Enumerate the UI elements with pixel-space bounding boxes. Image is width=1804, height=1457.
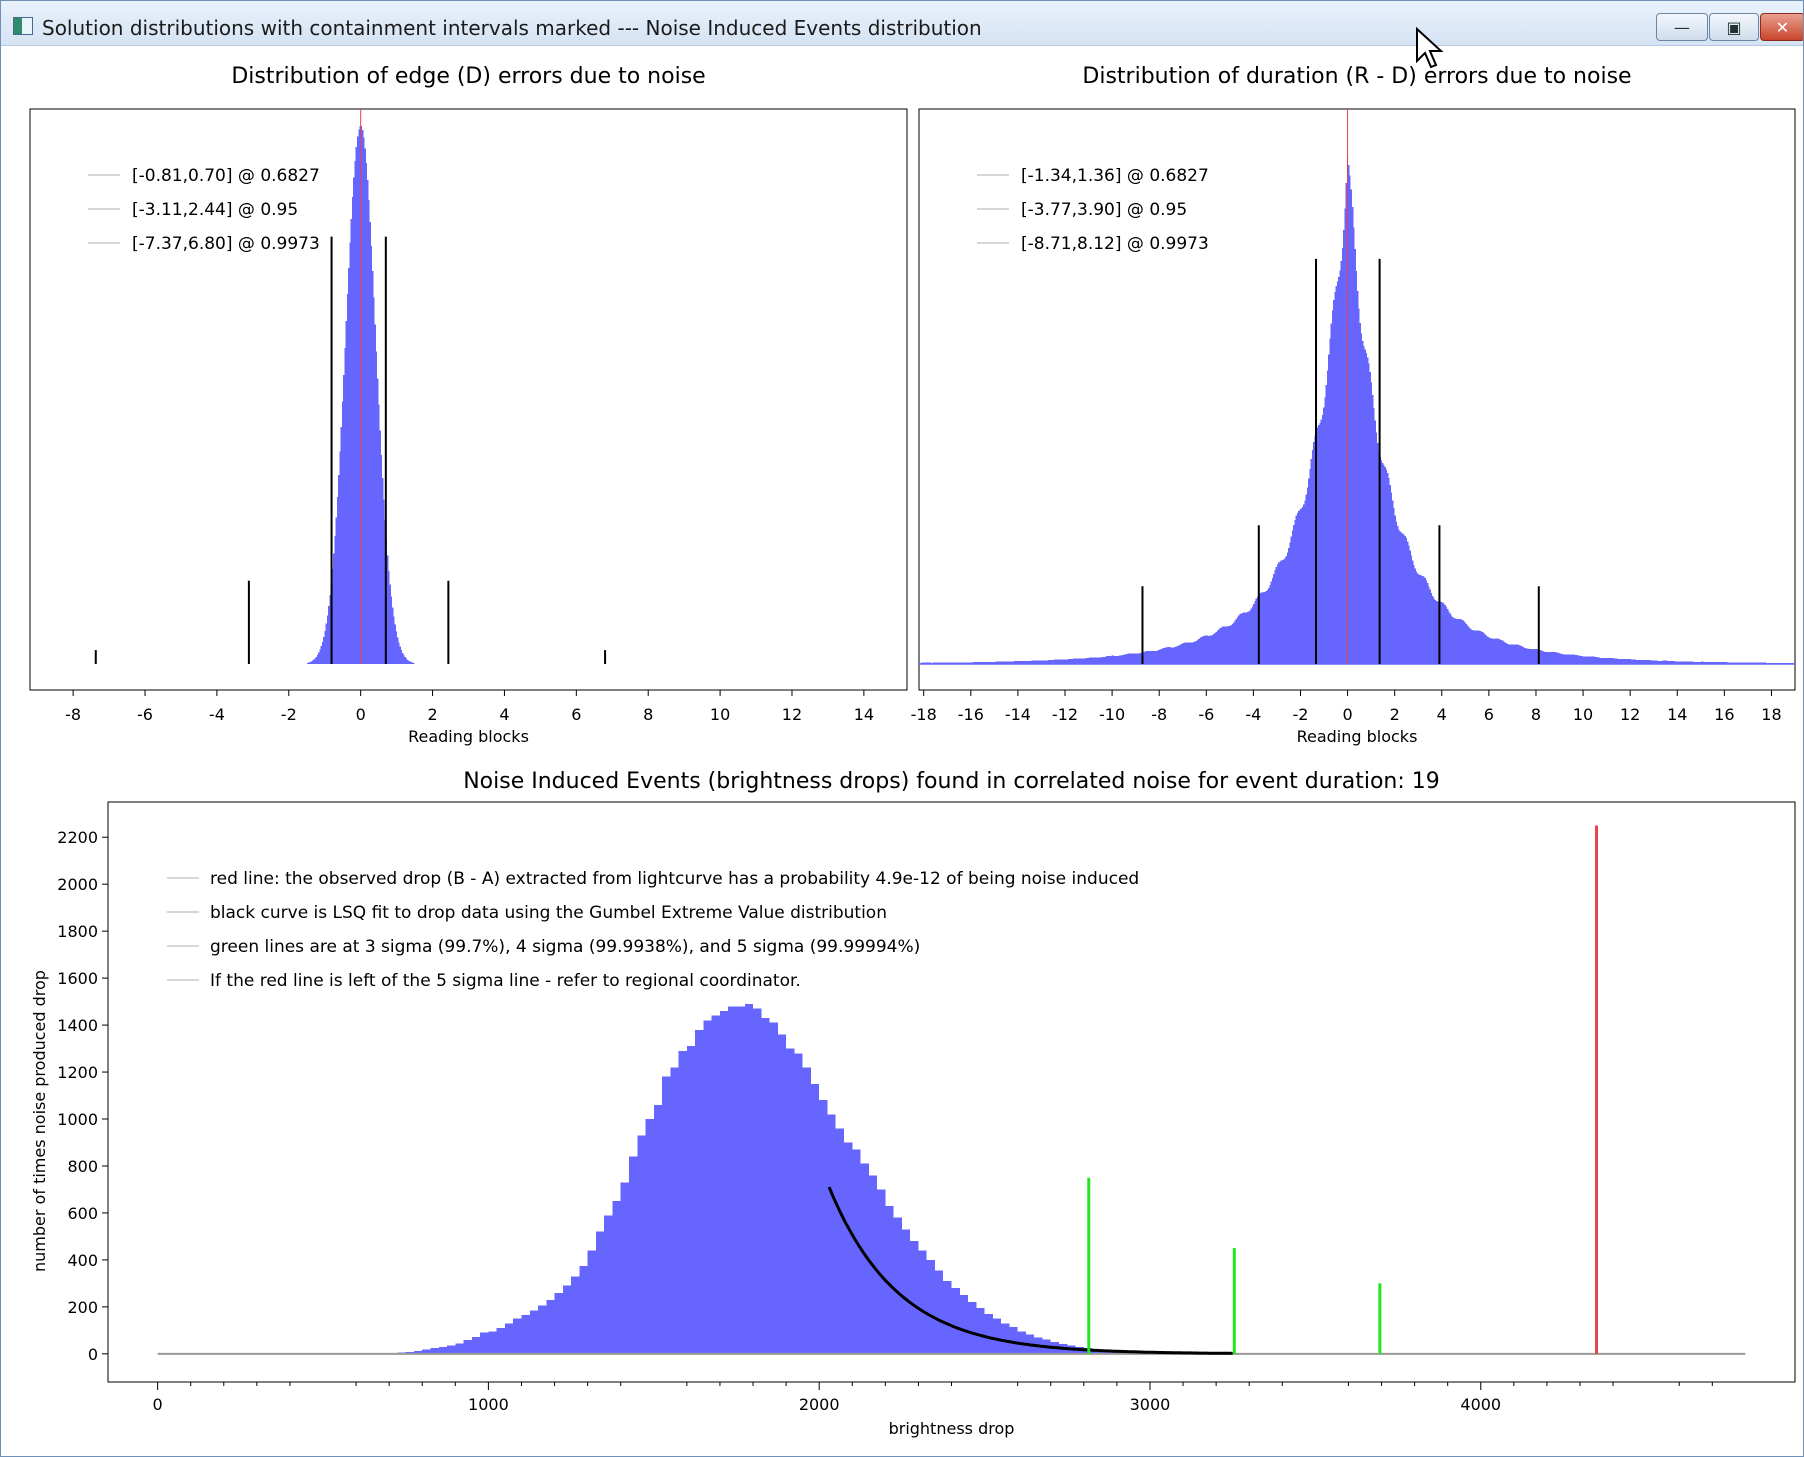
histogram-bar bbox=[976, 1308, 985, 1354]
x-tick-label: 1000 bbox=[468, 1395, 509, 1414]
y-tick-label: 1400 bbox=[57, 1016, 98, 1035]
histogram-bar bbox=[695, 1029, 704, 1354]
histogram-bar bbox=[438, 1346, 448, 1354]
histogram-bar bbox=[628, 1156, 638, 1354]
histogram-bar bbox=[546, 1299, 555, 1354]
histogram-bar bbox=[943, 1281, 952, 1354]
histogram-bar bbox=[786, 1048, 795, 1354]
histogram-bar bbox=[968, 1302, 977, 1354]
histogram-bar bbox=[662, 1076, 671, 1354]
main-window: Solution distributions with containment … bbox=[0, 0, 1804, 1457]
histogram-bar bbox=[926, 1259, 935, 1354]
histogram-bar bbox=[595, 1231, 605, 1354]
histogram-bar bbox=[645, 1119, 654, 1354]
histogram-bar bbox=[637, 1135, 646, 1354]
histogram-bar bbox=[612, 1201, 621, 1354]
x-tick-label: 4000 bbox=[1460, 1395, 1501, 1414]
histogram-bar bbox=[910, 1241, 919, 1354]
x-tick-label: 0 bbox=[153, 1395, 163, 1414]
histogram-bar bbox=[852, 1149, 861, 1354]
histogram-bar bbox=[686, 1046, 696, 1354]
histogram-bar bbox=[471, 1336, 481, 1354]
y-tick-label: 0 bbox=[88, 1345, 98, 1364]
histogram-bar bbox=[562, 1285, 572, 1354]
histogram-bar bbox=[711, 1015, 720, 1354]
histogram-bar bbox=[538, 1305, 547, 1354]
histogram-bar bbox=[455, 1343, 464, 1354]
histogram-bar bbox=[529, 1310, 539, 1354]
histogram-bar bbox=[488, 1331, 497, 1354]
histogram-bar bbox=[810, 1083, 820, 1354]
legend-entry: red line: the observed drop (B - A) extr… bbox=[210, 869, 1139, 889]
histogram-bar bbox=[992, 1318, 1002, 1354]
y-tick-label: 1000 bbox=[57, 1110, 98, 1129]
y-tick-label: 1200 bbox=[57, 1063, 98, 1082]
histogram-bar bbox=[951, 1288, 960, 1354]
histogram-bar bbox=[447, 1345, 456, 1354]
y-tick-label: 2000 bbox=[57, 875, 98, 894]
histogram-bar bbox=[769, 1022, 778, 1354]
chart-title: Noise Induced Events (brightness drops) … bbox=[463, 769, 1440, 794]
y-tick-label: 400 bbox=[67, 1251, 98, 1270]
histogram-bar bbox=[934, 1270, 944, 1354]
histogram-bar bbox=[843, 1142, 853, 1354]
histogram-bar bbox=[678, 1050, 687, 1354]
histogram-bar bbox=[777, 1034, 787, 1354]
histogram-bar bbox=[670, 1067, 679, 1354]
histogram-bar bbox=[728, 1006, 737, 1354]
histogram-bar bbox=[893, 1217, 902, 1354]
histogram-bar bbox=[703, 1020, 712, 1354]
y-tick-label: 2200 bbox=[57, 828, 98, 847]
histogram-bar bbox=[901, 1229, 911, 1354]
y-tick-label: 800 bbox=[67, 1157, 98, 1176]
histogram-bar bbox=[513, 1318, 522, 1354]
histogram-bar bbox=[918, 1250, 927, 1354]
histogram-bar bbox=[827, 1114, 836, 1354]
histogram-bar bbox=[521, 1315, 530, 1354]
histogram-bar bbox=[604, 1215, 613, 1354]
histogram-bar bbox=[959, 1295, 969, 1354]
histogram-bar bbox=[480, 1332, 489, 1354]
histogram-bar bbox=[802, 1067, 811, 1354]
histogram-bar bbox=[1001, 1323, 1010, 1354]
legend-entry: green lines are at 3 sigma (99.7%), 4 si… bbox=[210, 937, 920, 957]
histogram-bar bbox=[554, 1292, 563, 1354]
y-axis-label: number of times noise produced drop bbox=[30, 970, 49, 1272]
histogram-bar bbox=[620, 1182, 629, 1354]
histogram-bar bbox=[719, 1010, 729, 1354]
histogram-bar bbox=[579, 1265, 588, 1354]
histogram-bar bbox=[571, 1276, 580, 1354]
x-axis-label: brightness drop bbox=[889, 1419, 1015, 1438]
histogram-bar bbox=[835, 1128, 844, 1354]
y-tick-label: 600 bbox=[67, 1204, 98, 1223]
histogram-bar bbox=[984, 1313, 993, 1354]
histogram-bar bbox=[1009, 1326, 1018, 1354]
histogram-bar bbox=[736, 1006, 745, 1354]
histogram-bar bbox=[744, 1003, 754, 1354]
legend-entry: black curve is LSQ fit to drop data usin… bbox=[210, 903, 887, 923]
histogram-bar bbox=[819, 1100, 828, 1354]
histogram-bar bbox=[761, 1018, 770, 1354]
y-tick-label: 200 bbox=[67, 1298, 98, 1317]
histogram-bar bbox=[496, 1327, 505, 1354]
legend-entry: If the red line is left of the 5 sigma l… bbox=[210, 971, 801, 991]
histogram-bar bbox=[587, 1250, 596, 1354]
x-tick-label: 3000 bbox=[1130, 1395, 1171, 1414]
noise-events-chart: Noise Induced Events (brightness drops) … bbox=[30, 769, 1796, 1438]
histogram-bar bbox=[753, 1008, 762, 1354]
histogram-bar bbox=[463, 1340, 472, 1354]
x-tick-label: 2000 bbox=[799, 1395, 840, 1414]
y-tick-label: 1800 bbox=[57, 922, 98, 941]
histogram-bar bbox=[504, 1323, 514, 1354]
histogram-bar bbox=[794, 1053, 803, 1354]
histogram-bar bbox=[653, 1104, 663, 1354]
y-tick-label: 1600 bbox=[57, 969, 98, 988]
